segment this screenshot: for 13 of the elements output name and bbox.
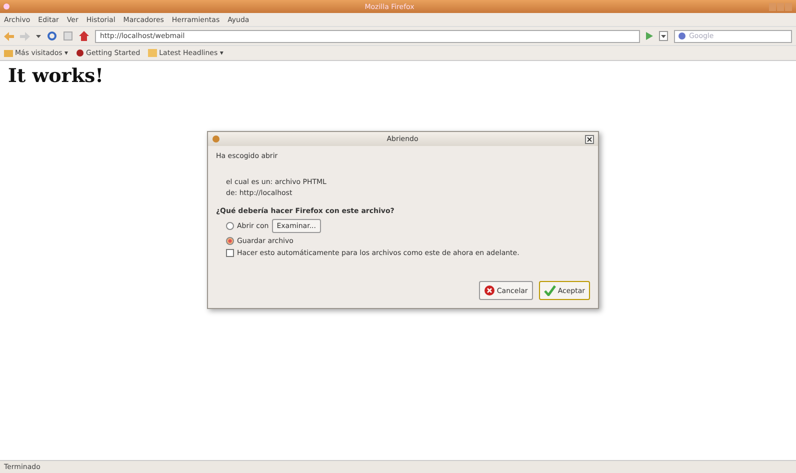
folder-icon xyxy=(4,50,13,56)
cancel-icon xyxy=(484,285,495,296)
checkmark-icon xyxy=(544,285,556,296)
search-engine-icon[interactable] xyxy=(678,32,686,40)
dropdown-icon[interactable] xyxy=(36,34,41,38)
close-icon[interactable] xyxy=(585,134,594,144)
radio-button[interactable] xyxy=(226,222,234,230)
reload-icon[interactable] xyxy=(47,31,57,41)
radio-button[interactable] xyxy=(226,237,234,245)
checkbox[interactable] xyxy=(226,249,234,257)
page-heading: It works! xyxy=(8,65,104,87)
go-icon[interactable] xyxy=(646,32,653,40)
dropdown-icon[interactable] xyxy=(659,31,668,41)
